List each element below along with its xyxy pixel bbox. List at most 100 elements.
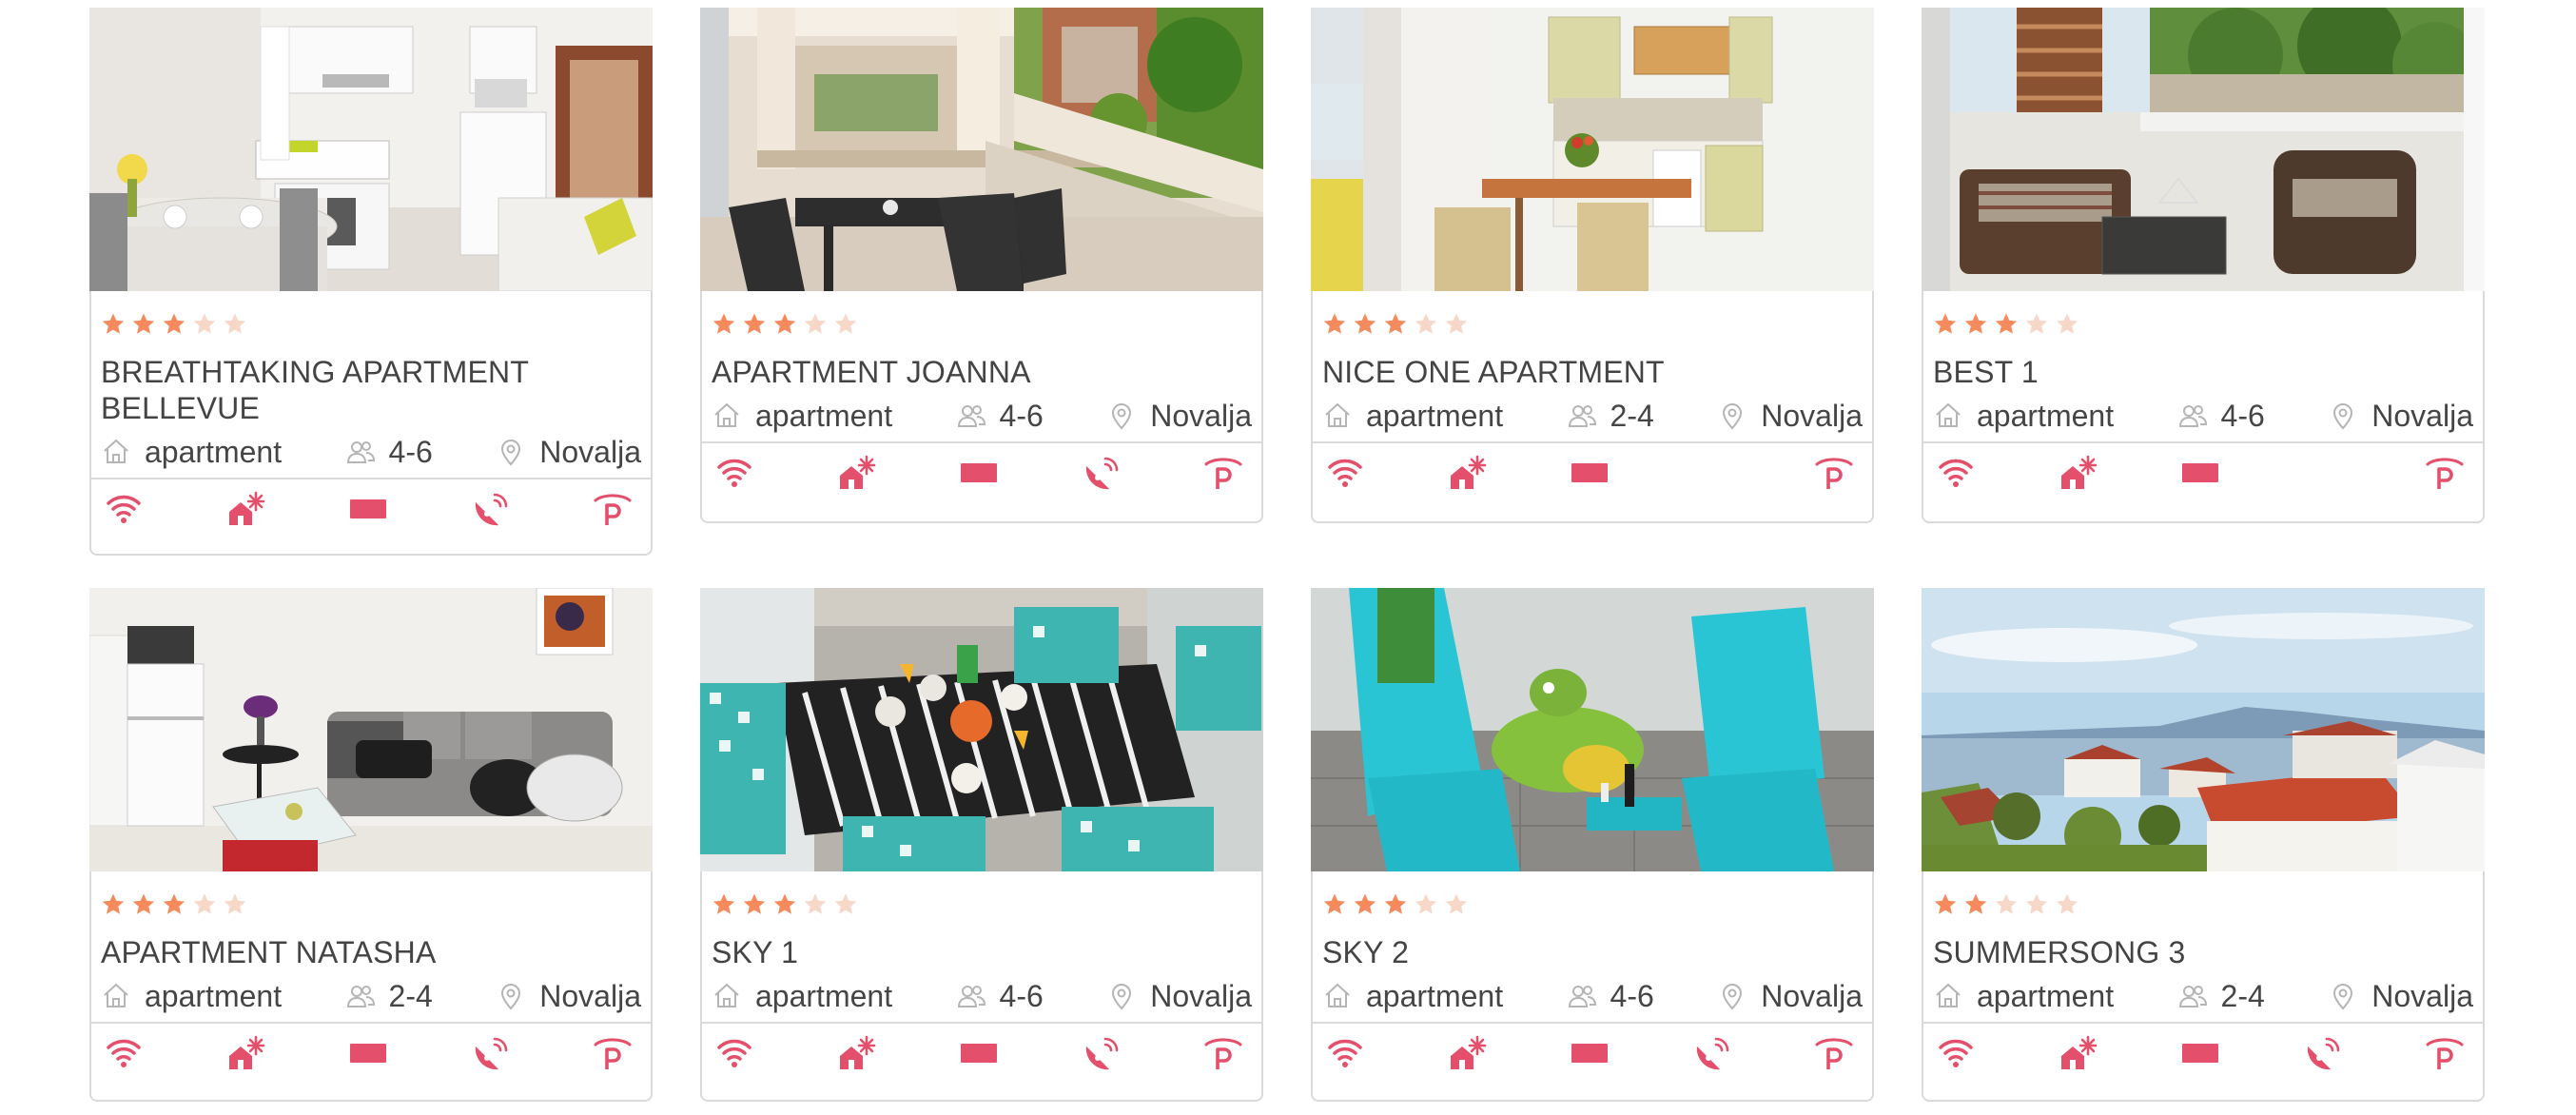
property-type-text: apartment — [145, 434, 283, 469]
star-filled-icon — [1995, 313, 2018, 334]
star-empty-icon — [193, 313, 216, 334]
listing-title[interactable]: BEST 1 — [1933, 354, 2473, 390]
property-type-text: apartment — [145, 978, 283, 1013]
wifi-icon — [107, 1039, 141, 1067]
parking-icon — [2426, 1038, 2464, 1069]
listing-photo[interactable] — [700, 8, 1263, 291]
location-pin-icon — [2333, 403, 2353, 430]
listing-card[interactable]: SKY 1 apartment 4-6 Novalja — [700, 588, 1263, 1102]
guest-capacity-text: 2-4 — [2220, 978, 2265, 1013]
listing-title[interactable]: BREATHTAKING APARTMENT BELLEVUE — [101, 354, 641, 426]
listing-info: NICE ONE APARTMENT apartment 2-4 Novalja — [1313, 291, 1872, 441]
wifi-icon — [717, 459, 751, 487]
listing-title[interactable]: APARTMENT NATASHA — [101, 934, 641, 970]
property-type: apartment — [101, 435, 282, 470]
parking-icon — [1815, 458, 1853, 489]
location-pin-icon — [501, 984, 521, 1010]
amenity-slot — [1324, 453, 1366, 491]
star-rating — [101, 892, 641, 921]
satellite-icon — [475, 1037, 507, 1070]
satellite-icon — [1085, 457, 1118, 490]
listing-card[interactable]: NICE ONE APARTMENT apartment 2-4 Novalja — [1311, 8, 1874, 523]
star-filled-icon — [1964, 893, 1987, 914]
listing-card[interactable]: APARTMENT JOANNA apartment 4-6 Novalja — [700, 8, 1263, 523]
property-type: apartment — [1933, 979, 2114, 1014]
listing-title[interactable]: APARTMENT JOANNA — [712, 354, 1252, 390]
property-type: apartment — [712, 979, 892, 1014]
amenity-slot — [1935, 453, 1977, 491]
satellite-icon — [1085, 1037, 1118, 1070]
listing-card[interactable]: SKY 2 apartment 4-6 Novalja — [1311, 588, 1874, 1102]
air-conditioning-icon — [1450, 1035, 1486, 1069]
listing-info: BREATHTAKING APARTMENT BELLEVUE apartment… — [91, 291, 651, 478]
air-conditioning-icon — [839, 1035, 875, 1069]
listing-meta: apartment 4-6 Novalja — [101, 426, 641, 478]
guest-capacity-text: 4-6 — [1610, 978, 1654, 1013]
star-empty-icon — [2025, 313, 2048, 334]
property-type-text: apartment — [1977, 978, 2115, 1013]
wifi-icon — [1328, 1039, 1362, 1067]
listing-photo[interactable] — [1922, 8, 2485, 291]
star-filled-icon — [712, 893, 735, 914]
star-empty-icon — [804, 893, 827, 914]
property-type: apartment — [1322, 399, 1503, 434]
home-icon — [1936, 983, 1961, 1007]
property-type-text: apartment — [755, 978, 893, 1013]
listing-title[interactable]: SKY 2 — [1322, 934, 1863, 970]
listing-info: SKY 1 apartment 4-6 Novalja — [702, 871, 1261, 1022]
listing-photo[interactable] — [1922, 588, 2485, 871]
tv-icon — [2182, 1044, 2218, 1063]
location-pin-icon — [2333, 984, 2353, 1010]
amenity-slot — [470, 1033, 512, 1071]
listing-card[interactable]: APARTMENT NATASHA apartment 2-4 Novalja — [89, 588, 653, 1102]
star-rating — [1933, 312, 2473, 341]
star-filled-icon — [1964, 313, 1987, 334]
listing-photo[interactable] — [89, 8, 653, 291]
listing-card[interactable]: BREATHTAKING APARTMENT BELLEVUE apartment… — [89, 8, 653, 556]
amenity-slot — [225, 489, 267, 527]
home-icon — [1936, 402, 1961, 427]
amenities-bar — [1923, 441, 2483, 500]
listing-title[interactable]: NICE ONE APARTMENT — [1322, 354, 1863, 390]
listing-title[interactable]: SKY 1 — [712, 934, 1252, 970]
location-text: Novalja — [2371, 398, 2473, 433]
listing-card[interactable]: BEST 1 apartment 4-6 Novalja — [1922, 8, 2485, 523]
listing-photo[interactable] — [89, 588, 653, 871]
parking-icon — [1204, 458, 1242, 489]
photo-image — [700, 588, 1263, 871]
amenity-slot — [713, 453, 755, 491]
amenity-slot — [1691, 1033, 1733, 1071]
listing-card[interactable]: SUMMERSONG 3 apartment 2-4 Novalja — [1922, 588, 2485, 1102]
amenity-slot — [1447, 453, 1489, 491]
home-icon — [714, 983, 739, 1007]
property-type-text: apartment — [1366, 398, 1504, 433]
listing-title[interactable]: SUMMERSONG 3 — [1933, 934, 2473, 970]
photo-image — [1922, 8, 2485, 291]
star-empty-icon — [1995, 893, 2018, 914]
guest-capacity: 4-6 — [1567, 979, 1654, 1014]
parking-icon — [594, 1038, 632, 1069]
listing-meta: apartment 2-4 Novalja — [1322, 390, 1863, 441]
photo-image — [1922, 588, 2485, 871]
location-text: Novalja — [1150, 978, 1252, 1013]
listing-meta: apartment 2-4 Novalja — [1933, 970, 2473, 1022]
location: Novalja — [496, 979, 641, 1014]
location-text: Novalja — [539, 434, 641, 469]
home-icon — [1325, 402, 1350, 427]
satellite-icon — [475, 493, 507, 526]
photo-image — [1311, 8, 1874, 291]
property-type: apartment — [101, 979, 282, 1014]
star-filled-icon — [1934, 313, 1957, 334]
listing-photo[interactable] — [700, 588, 1263, 871]
photo-image — [89, 8, 653, 291]
home-icon — [1325, 983, 1350, 1007]
tv-icon — [2182, 463, 2218, 482]
star-filled-icon — [132, 893, 155, 914]
star-rating — [1322, 892, 1863, 921]
guests-icon — [1568, 986, 1596, 1007]
listing-photo[interactable] — [1311, 8, 1874, 291]
guests-icon — [2178, 986, 2207, 1007]
amenity-slot — [592, 489, 634, 527]
listing-photo[interactable] — [1311, 588, 1874, 871]
amenity-slot — [836, 1033, 878, 1071]
